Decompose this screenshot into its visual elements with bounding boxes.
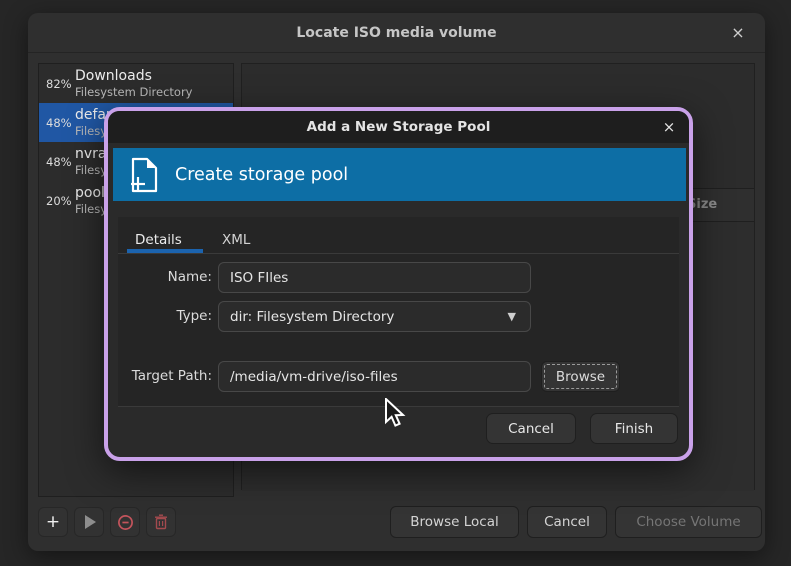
type-label: Type: [108,301,212,332]
type-dropdown-value: dir: Filesystem Directory [230,309,394,325]
create-storage-pool-banner: Create storage pool [113,148,686,201]
pool-percent: 48% [39,116,75,130]
banner-text: Create storage pool [175,165,348,185]
dialog-finish-button[interactable]: Finish [590,413,678,444]
dialog-titlebar: Add a New Storage Pool [108,111,689,143]
dialog-title: Add a New Storage Pool [307,119,491,135]
window-title: Locate ISO media volume [296,25,496,41]
dialog-tab-divider [118,253,679,254]
pool-row-downloads[interactable]: 82% Downloads Filesystem Directory [39,64,233,103]
pool-name: Downloads [75,68,192,85]
browse-local-button[interactable]: Browse Local [390,506,519,538]
plus-icon: + [46,512,60,532]
dialog-cancel-button[interactable]: Cancel [486,413,576,444]
trash-icon [154,514,168,530]
pool-percent: 82% [39,77,75,91]
stop-pool-button[interactable] [110,507,140,537]
delete-pool-button[interactable] [146,507,176,537]
add-storage-pool-dialog: Add a New Storage Pool × Create storage … [104,107,693,461]
browse-local-label: Browse Local [410,514,498,530]
browse-button[interactable]: Browse [541,361,620,392]
play-icon [85,515,96,529]
choose-volume-button[interactable]: Choose Volume [615,506,762,538]
chevron-down-icon: ▼ [508,310,516,323]
pool-percent: 48% [39,155,75,169]
dialog-tab-active-indicator [127,249,203,253]
name-input[interactable] [218,262,531,293]
pool-percent: 20% [39,194,75,208]
cancel-label: Cancel [544,514,590,530]
target-path-input[interactable] [218,361,531,392]
new-document-icon [129,157,159,193]
choose-volume-label: Choose Volume [636,514,740,530]
cancel-button[interactable]: Cancel [527,506,607,538]
name-label: Name: [108,262,212,293]
target-path-label: Target Path: [108,361,212,392]
dialog-cancel-label: Cancel [508,421,554,437]
window-close-icon[interactable]: × [727,22,749,44]
type-dropdown[interactable]: dir: Filesystem Directory ▼ [218,301,531,332]
start-pool-button[interactable] [74,507,104,537]
pool-type: Filesystem Directory [75,85,192,99]
dialog-tab-xml[interactable]: XML [222,232,250,248]
dialog-finish-label: Finish [615,421,653,437]
window-titlebar: Locate ISO media volume [28,13,765,53]
dialog-tab-details[interactable]: Details [135,232,182,248]
dialog-close-icon[interactable]: × [659,117,679,137]
add-pool-button[interactable]: + [38,507,68,537]
stop-circle-icon [117,514,134,531]
browse-label: Browse [556,369,605,385]
